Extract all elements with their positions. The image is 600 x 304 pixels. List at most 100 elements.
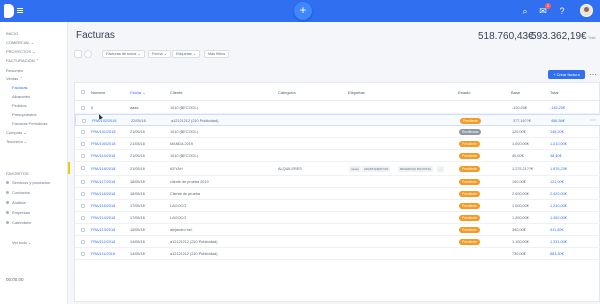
column-tags[interactable]: Etiquetas [348, 90, 365, 95]
sidebar-item-presupuestos[interactable]: Presupuestos [12, 112, 36, 117]
sidebar-item-inicio[interactable]: INICIO [6, 31, 18, 36]
table-row[interactable]: FRA/100/2018 21/05/18 MANDA 2019 Pendien… [75, 138, 600, 150]
see-all-link[interactable]: Ver todo ⌄ [12, 240, 31, 245]
status-badge[interactable]: Pendiente [459, 215, 480, 221]
status-badge[interactable]: Pendiente [459, 153, 480, 159]
table-row[interactable]: FRA/114/2018 17/05/18 LAGOCO Pendiente 1… [75, 212, 600, 224]
invoice-number[interactable]: FRA/100/2018 [91, 142, 116, 146]
create-invoice-button[interactable]: + Crear factura [548, 70, 585, 79]
sidebar-item-facturas-periodicas[interactable]: Facturas Periódicas [12, 121, 47, 126]
favorite-contactos[interactable]: Contactos [6, 190, 30, 195]
row-checkbox[interactable] [82, 119, 86, 123]
status-badge[interactable]: Pendiente [459, 179, 480, 185]
table-row[interactable]: FRA/111/2018 14/05/18 a12121212 (210 Pub… [75, 248, 600, 260]
invoice-number[interactable]: FRA/116/2018 [91, 192, 115, 196]
status-badge[interactable]: Pendiente [459, 239, 480, 245]
favorite-empresas[interactable]: Empresas [6, 210, 30, 215]
column-base[interactable]: Base [511, 90, 520, 95]
tag-chip[interactable]: casas [349, 166, 361, 172]
table-row[interactable]: FRA/102/2018 22/05/18 a12121212 (210 Pub… [75, 114, 600, 126]
status-badge[interactable]: Pendiente [459, 191, 480, 197]
sidebar-item-proyectos[interactable]: PROYECTOS ⌄ [6, 49, 36, 54]
invoice-number[interactable]: FRA/114/2018 [91, 216, 115, 220]
row-checkbox[interactable] [81, 166, 85, 170]
table-row[interactable]: FRA/117/2018 18/05/18 cliente de prueba … [75, 176, 600, 188]
row-checkbox[interactable] [81, 228, 85, 232]
help-icon[interactable]: ? [557, 6, 567, 16]
invoice-number[interactable]: FRA/112/2018 [91, 240, 115, 244]
invoice-number[interactable]: FRA/115/2018 [91, 204, 115, 208]
avatar[interactable] [580, 4, 593, 17]
filter-owner[interactable]: Facturas de todos ⌄ [102, 50, 145, 58]
favorite-servicios[interactable]: Servicios y productos [6, 180, 50, 185]
select-all-checkbox[interactable] [81, 90, 85, 94]
table-row[interactable]: 8 aaaa 1010 (BECOOL) -120,00€ -145,20€ [75, 102, 600, 114]
invoice-number[interactable]: 8 [91, 106, 93, 110]
status-badge[interactable]: Pendiente [460, 118, 481, 124]
row-more-icon[interactable]: ⋯ [590, 117, 596, 124]
favorite-label: Calendario [12, 220, 32, 225]
row-checkbox[interactable] [81, 252, 85, 256]
client-name: LAGOCO [170, 216, 187, 220]
invoice-number[interactable]: FRA/102/2018 [92, 119, 117, 123]
invoice-number[interactable]: FRA/119/2018 [91, 154, 115, 158]
sidebar-item-albaranes[interactable]: Albaranes [12, 94, 30, 99]
more-filters[interactable]: Más filtros [204, 50, 230, 58]
base-amount: 2.000,00€ [512, 192, 529, 196]
row-checkbox[interactable] [81, 142, 85, 146]
table-row[interactable]: FRA/101/2018 21/05/18 1010 (BECOOL) Rect… [75, 126, 600, 138]
table-row[interactable]: FRA/118/2018 21/05/18 KEYAH ALQUILERES c… [68, 162, 600, 176]
sidebar-item-pedidos[interactable]: Pedidos [12, 103, 26, 108]
sidebar-item-comercial[interactable]: COMERCIAL ⌄ [6, 40, 34, 45]
tag-chip[interactable]: APARTAMENTOS [362, 166, 391, 172]
row-checkbox[interactable] [81, 180, 85, 184]
clock-icon[interactable] [84, 50, 92, 58]
row-checkbox[interactable] [81, 240, 85, 244]
invoice-number[interactable]: FRA/117/2018 [91, 180, 115, 184]
row-checkbox[interactable] [81, 154, 85, 158]
status-badge[interactable]: Pendiente [459, 227, 480, 233]
invoice-number[interactable]: FRA/118/2018 [91, 167, 115, 171]
status-badge[interactable]: Pendiente [459, 203, 480, 209]
tag-chip[interactable]: RESERVAS BOOKING [398, 166, 433, 172]
column-client[interactable]: Cliente [170, 90, 182, 95]
table-row[interactable]: FRA/115/2018 17/05/18 LAGOCO Pendiente 1… [75, 200, 600, 212]
app-logo[interactable] [4, 4, 14, 18]
tag-chip[interactable]: ... [437, 166, 444, 172]
table-row[interactable]: FRA/119/2018 21/05/18 1010 (BECOOL) Pend… [75, 150, 600, 162]
invoice-number[interactable]: FRA/101/2018 [91, 130, 116, 134]
filter-tags[interactable]: Etiquetas ⌄ [172, 50, 201, 58]
more-options-icon[interactable]: ⋯ [589, 70, 597, 79]
column-total[interactable]: Total [550, 90, 558, 95]
sidebar-item-ventas[interactable]: Ventas ⌃ [6, 76, 23, 81]
sidebar-item-facturas[interactable]: Facturas [12, 85, 28, 90]
status-badge[interactable]: Pendiente [459, 141, 480, 147]
column-date[interactable]: Fecha ⌄ [130, 90, 146, 95]
sidebar-item-resumen[interactable]: Resumen [6, 68, 23, 73]
table-row[interactable]: FRA/116/2018 18/05/18 Cliente de prueba … [75, 188, 600, 200]
row-checkbox[interactable] [81, 204, 85, 208]
favorite-calendario[interactable]: Calendario [6, 220, 31, 225]
column-category[interactable]: Categoría [278, 90, 296, 95]
row-checkbox[interactable] [81, 192, 85, 196]
row-checkbox[interactable] [81, 216, 85, 220]
table-row[interactable]: FRA/113/2018 15/05/18 alejandro bel. Pen… [75, 224, 600, 236]
status-badge[interactable]: Pendiente [459, 166, 480, 172]
column-status[interactable]: Estado [458, 90, 470, 95]
status-badge[interactable]: Rectificada [459, 129, 482, 135]
sidebar-item-tesoreria[interactable]: Tesorería ⌄ [6, 139, 27, 144]
row-checkbox[interactable] [81, 130, 85, 134]
column-number[interactable]: Número [91, 90, 105, 95]
row-checkbox[interactable] [81, 106, 85, 110]
favorite-analisis[interactable]: Análisis [6, 200, 26, 205]
sidebar-item-facturacion[interactable]: FACTURACIÓN ⌃ [6, 58, 39, 63]
calendar-icon[interactable] [74, 50, 82, 58]
table-row[interactable]: FRA/112/2018 14/05/18 a12121212 (210 Pub… [75, 236, 600, 248]
sidebar-item-compras[interactable]: Compras ⌄ [6, 130, 27, 135]
invoice-number[interactable]: FRA/111/2018 [91, 252, 115, 256]
add-icon[interactable]: + [294, 2, 312, 20]
invoice-number[interactable]: FRA/113/2018 [91, 228, 115, 232]
menu-icon[interactable] [17, 8, 23, 13]
search-icon[interactable]: ⌕ [520, 6, 530, 16]
filter-date[interactable]: Fecha ⌄ [148, 50, 171, 58]
